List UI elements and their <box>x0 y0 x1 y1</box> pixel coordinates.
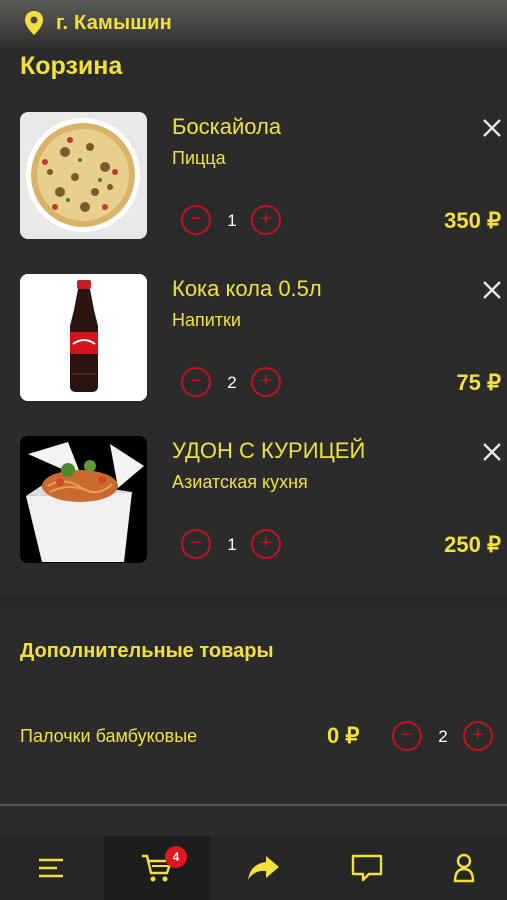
pizza-image <box>20 112 147 239</box>
cart-count-badge: 4 <box>165 846 187 868</box>
decrease-qty-button[interactable]: − <box>181 367 211 397</box>
decrease-qty-button[interactable]: − <box>181 529 211 559</box>
cart-item: Боскайола Пицца − 1 + 350 ₽ <box>0 112 507 242</box>
item-name: Боскайола <box>172 114 282 139</box>
item-qty: 2 <box>227 373 237 392</box>
extra-item-qty: 2 <box>438 727 448 746</box>
city-label: г. Камышин <box>56 11 172 34</box>
extra-item-name: Палочки бамбуковые <box>20 726 198 746</box>
item-name: УДОН С КУРИЦЕЙ <box>172 438 366 463</box>
item-price: 75 ₽ <box>456 370 501 395</box>
chat-icon <box>351 854 382 882</box>
extras-title: Дополнительные товары <box>20 640 274 662</box>
item-price: 350 ₽ <box>444 208 501 233</box>
cart-item: Кока кола 0.5л Напитки − 2 + 75 ₽ <box>0 274 507 404</box>
decrease-qty-button[interactable]: − <box>392 721 422 751</box>
remove-item-icon[interactable] <box>480 440 504 464</box>
nav-cart[interactable] <box>104 836 210 900</box>
item-category: Напитки <box>172 310 241 330</box>
section-divider <box>0 598 507 612</box>
remove-item-icon[interactable] <box>480 278 504 302</box>
share-arrow-icon <box>247 856 279 880</box>
item-category: Пицца <box>172 148 226 168</box>
decrease-qty-button[interactable]: − <box>181 205 211 235</box>
noodle-box-image <box>20 436 147 563</box>
increase-qty-button[interactable]: + <box>251 367 281 397</box>
item-name: Кока кола 0.5л <box>172 276 322 301</box>
top-bar: г. Камышин <box>0 0 507 48</box>
profile-icon <box>453 853 474 883</box>
menu-icon <box>38 858 63 878</box>
increase-qty-button[interactable]: + <box>463 721 493 751</box>
cart-item: УДОН С КУРИЦЕЙ Азиатская кухня − 1 + 250… <box>0 436 507 566</box>
extra-item-price: 0 ₽ <box>327 723 360 748</box>
nav-menu[interactable] <box>0 836 101 900</box>
page-title: Корзина <box>20 52 123 80</box>
city-selector[interactable]: г. Камышин <box>24 10 172 36</box>
item-price: 250 ₽ <box>444 532 501 557</box>
bottom-nav <box>0 836 507 900</box>
item-qty: 1 <box>227 211 237 230</box>
location-pin-icon <box>25 11 43 35</box>
divider <box>0 804 507 806</box>
nav-share[interactable] <box>212 836 313 900</box>
increase-qty-button[interactable]: + <box>251 205 281 235</box>
increase-qty-button[interactable]: + <box>251 529 281 559</box>
item-category: Азиатская кухня <box>172 472 308 492</box>
cola-bottle-image <box>20 274 147 401</box>
nav-profile[interactable] <box>420 836 507 900</box>
nav-chat[interactable] <box>316 836 417 900</box>
item-qty: 1 <box>227 535 237 554</box>
remove-item-icon[interactable] <box>480 116 504 140</box>
